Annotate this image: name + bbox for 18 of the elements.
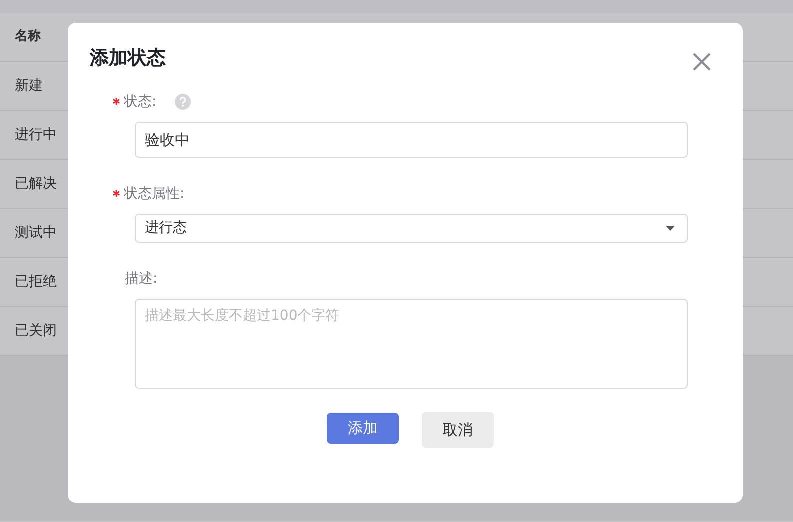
table-cell-text: 新建 (15, 76, 43, 96)
caret-icon (666, 226, 675, 231)
table-cell-text: 测试中 (15, 224, 57, 242)
column-header: 名称 (15, 28, 41, 46)
table-cell-text: 已关闭 (15, 322, 57, 340)
close-button[interactable] (691, 51, 713, 73)
description-field[interactable]: 描述最大长度不超过100个字符 (135, 299, 688, 389)
field-label: 状态: (124, 92, 157, 112)
field-label: 描述: (125, 270, 158, 288)
table-cell-text: 已解决 (15, 174, 57, 194)
table-cell-text: 已拒绝 (15, 272, 57, 292)
text-field[interactable]: 验收中 (135, 122, 688, 158)
select-field[interactable]: 进行态 (135, 214, 688, 243)
cancel-button[interactable]: 取消 (422, 412, 494, 448)
field-label: 状态属性: (124, 184, 185, 204)
table-cell-text: 进行中 (15, 126, 57, 144)
add-button[interactable]: 添加 (327, 413, 399, 444)
dialog-title: 添加状态 (90, 47, 166, 70)
